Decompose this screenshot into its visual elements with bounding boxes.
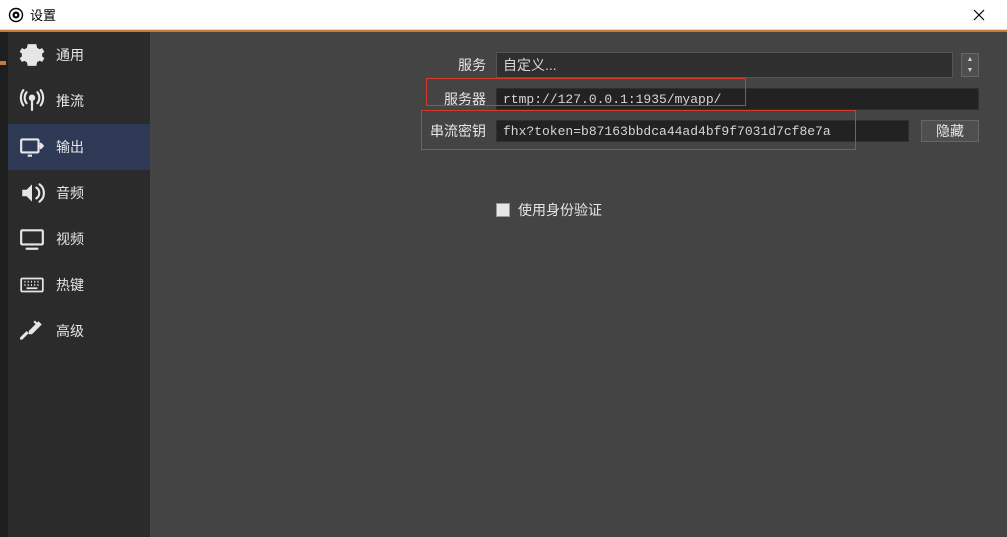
service-row: 服务 自定义... ▲ ▼ — [150, 52, 979, 78]
sidebar: 通用 推流 输出 音频 视频 — [8, 32, 150, 537]
sidebar-item-label: 音频 — [56, 183, 84, 203]
monitor-icon — [18, 225, 46, 253]
hide-button[interactable]: 隐藏 — [921, 120, 979, 142]
sidebar-item-advanced[interactable]: 高级 — [8, 308, 150, 354]
sidebar-item-label: 视频 — [56, 229, 84, 249]
sidebar-item-label: 推流 — [56, 91, 84, 111]
use-auth-label: 使用身份验证 — [518, 200, 602, 220]
output-icon — [18, 133, 46, 161]
service-dropdown[interactable]: 自定义... — [496, 52, 953, 78]
main: 通用 推流 输出 音频 视频 — [0, 30, 1007, 537]
service-value: 自定义... — [503, 55, 557, 75]
dropdown-spinner[interactable]: ▲ ▼ — [961, 53, 979, 77]
speaker-icon — [18, 179, 46, 207]
stream-key-label: 串流密钥 — [150, 121, 490, 141]
titlebar: 设置 — [0, 0, 1007, 30]
use-auth-checkbox[interactable] — [496, 203, 510, 217]
sidebar-item-label: 输出 — [56, 137, 84, 157]
sidebar-item-audio[interactable]: 音频 — [8, 170, 150, 216]
sidebar-item-label: 高级 — [56, 321, 84, 341]
gear-icon — [18, 41, 46, 69]
spinner-up-icon[interactable]: ▲ — [962, 54, 978, 65]
stream-key-input[interactable] — [496, 120, 909, 142]
sidebar-item-stream[interactable]: 推流 — [8, 78, 150, 124]
tools-icon — [18, 317, 46, 345]
close-button[interactable] — [959, 0, 999, 30]
server-row: 服务器 — [150, 88, 979, 110]
server-label: 服务器 — [150, 89, 490, 109]
sidebar-item-label: 通用 — [56, 45, 84, 65]
sidebar-item-general[interactable]: 通用 — [8, 32, 150, 78]
sidebar-item-hotkeys[interactable]: 热键 — [8, 262, 150, 308]
sidebar-item-label: 热键 — [56, 275, 84, 295]
antenna-icon — [18, 87, 46, 115]
keyboard-icon — [18, 271, 46, 299]
stream-key-row: 串流密钥 隐藏 — [150, 120, 979, 142]
sidebar-item-output[interactable]: 输出 — [8, 124, 150, 170]
server-input[interactable] — [496, 88, 979, 110]
window-title: 设置 — [30, 5, 959, 24]
app-icon — [8, 7, 24, 23]
use-auth-row[interactable]: 使用身份验证 — [496, 200, 979, 220]
left-gutter — [0, 32, 8, 537]
service-label: 服务 — [150, 55, 490, 75]
content: 服务 自定义... ▲ ▼ 服务器 串流密钥 隐藏 使用身份验证 — [150, 32, 1007, 537]
sidebar-item-video[interactable]: 视频 — [8, 216, 150, 262]
spinner-down-icon[interactable]: ▼ — [962, 65, 978, 76]
